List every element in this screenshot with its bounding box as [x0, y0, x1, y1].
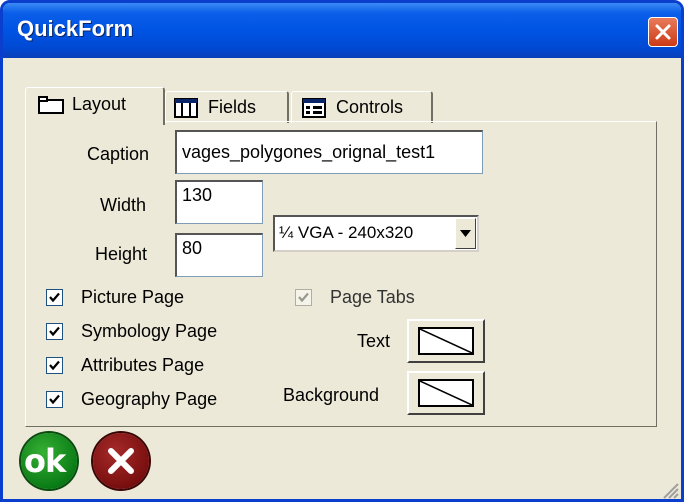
tab-fields[interactable]: Fields: [165, 91, 289, 123]
width-input[interactable]: 130: [175, 180, 263, 224]
no-color-icon: [419, 380, 473, 406]
page-tabs-checkbox[interactable]: [295, 289, 312, 306]
attributes-page-checkbox[interactable]: [46, 357, 63, 374]
close-button[interactable]: [648, 17, 678, 47]
picture-page-checkbox[interactable]: [46, 289, 63, 306]
symbology-page-checkbox[interactable]: [46, 323, 63, 340]
height-label: Height: [95, 244, 148, 264]
tab-fields-label: Fields: [208, 97, 257, 117]
tab-layout-label: Layout: [72, 94, 127, 114]
geography-page-label: Geography Page: [81, 389, 218, 409]
window-title: QuickForm: [17, 16, 134, 41]
symbology-page-label: Symbology Page: [81, 321, 218, 341]
controls-icon: [302, 98, 326, 118]
chevron-down-icon: [460, 230, 471, 237]
background-color-button[interactable]: [407, 371, 485, 415]
screen-size-dropdown[interactable]: ¼ VGA - 240x320: [273, 215, 479, 252]
checkmark-icon: [49, 394, 60, 405]
ok-label: ok: [24, 442, 66, 480]
text-color-swatch: [418, 327, 474, 355]
geography-page-checkbox[interactable]: [46, 391, 63, 408]
picture-page-label: Picture Page: [81, 287, 185, 307]
caption-input[interactable]: vages_polygones_orignal_test1: [175, 130, 483, 174]
height-input[interactable]: 80: [175, 233, 263, 277]
page-tabs-label: Page Tabs: [330, 287, 415, 307]
background-color-label: Background: [283, 385, 380, 405]
checkmark-icon: [49, 326, 60, 337]
no-color-icon: [419, 328, 473, 354]
fields-icon: [174, 98, 198, 118]
cancel-x-icon: [108, 448, 134, 474]
ok-button[interactable]: ok: [21, 433, 77, 489]
width-label: Width: [100, 195, 147, 215]
checkmark-icon: [49, 360, 60, 371]
cancel-button[interactable]: [93, 433, 149, 489]
tab-controls[interactable]: Controls: [291, 91, 433, 123]
screen-size-value: ¼ VGA - 240x320: [279, 223, 414, 242]
caption-label: Caption: [87, 144, 150, 164]
checkmark-icon: [49, 292, 60, 303]
close-icon: [655, 24, 671, 40]
dropdown-arrow-button[interactable]: [455, 218, 476, 249]
text-color-button[interactable]: [407, 319, 485, 363]
background-color-swatch: [418, 379, 474, 407]
resize-grip-icon[interactable]: [659, 479, 679, 499]
text-color-label: Text: [357, 331, 391, 351]
layout-icon: [38, 96, 64, 114]
attributes-page-label: Attributes Page: [81, 355, 205, 375]
title-bar[interactable]: QuickForm: [3, 3, 681, 58]
quickform-window: QuickForm Layout Fields Controls Caption…: [0, 0, 684, 502]
tab-controls-label: Controls: [336, 97, 404, 117]
checkmark-icon: [298, 292, 309, 303]
tab-layout[interactable]: Layout: [25, 87, 165, 125]
